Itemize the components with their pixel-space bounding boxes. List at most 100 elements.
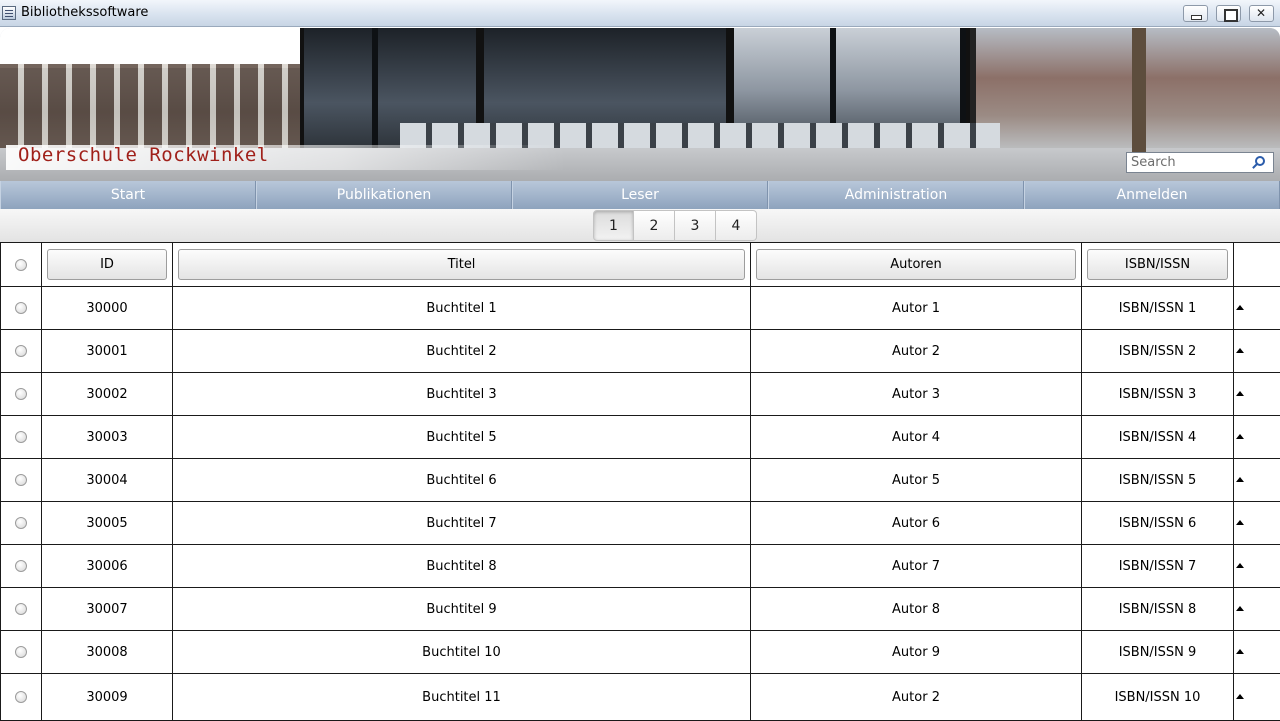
cell-titel: Buchtitel 7	[173, 502, 751, 545]
page-button-2[interactable]: 2	[634, 210, 675, 241]
pagination: 1 2 3 4	[593, 210, 757, 241]
row-select-radio[interactable]	[15, 691, 27, 703]
page-button-4[interactable]: 4	[716, 210, 757, 241]
cell-autoren: Autor 5	[751, 459, 1082, 502]
maximize-button[interactable]	[1216, 5, 1241, 22]
cell-id: 30009	[42, 674, 173, 721]
cell-id: 30000	[42, 287, 173, 330]
column-header-id[interactable]: ID	[47, 249, 167, 280]
cell-isbn: ISBN/ISSN 1	[1082, 287, 1234, 330]
row-select-radio[interactable]	[15, 517, 27, 529]
cell-isbn: ISBN/ISSN 10	[1082, 674, 1234, 721]
cell-titel: Buchtitel 9	[173, 588, 751, 631]
nav-anmelden[interactable]: Anmelden	[1024, 181, 1280, 209]
cell-autoren: Autor 7	[751, 545, 1082, 588]
cell-id: 30006	[42, 545, 173, 588]
cell-autoren: Autor 8	[751, 588, 1082, 631]
row-select-radio[interactable]	[15, 474, 27, 486]
caret-up-icon[interactable]	[1236, 305, 1244, 310]
cell-titel: Buchtitel 8	[173, 545, 751, 588]
caret-up-icon[interactable]	[1236, 563, 1244, 568]
close-button[interactable]	[1249, 5, 1274, 22]
table-row[interactable]: 30006 Buchtitel 8 Autor 7 ISBN/ISSN 7	[1, 545, 1280, 588]
cell-titel: Buchtitel 3	[173, 373, 751, 416]
caret-up-icon[interactable]	[1236, 434, 1244, 439]
column-header-titel[interactable]: Titel	[178, 249, 745, 280]
cell-id: 30004	[42, 459, 173, 502]
cell-autoren: Autor 9	[751, 631, 1082, 674]
app-icon	[2, 6, 16, 20]
cell-id: 30002	[42, 373, 173, 416]
publications-table: ID Titel Autoren ISBN/ISSN 30000 Buchtit…	[0, 242, 1280, 721]
cell-id: 30005	[42, 502, 173, 545]
row-select-radio[interactable]	[15, 388, 27, 400]
row-select-radio[interactable]	[15, 345, 27, 357]
cell-id: 30007	[42, 588, 173, 631]
cell-isbn: ISBN/ISSN 2	[1082, 330, 1234, 373]
table-row[interactable]: 30004 Buchtitel 6 Autor 5 ISBN/ISSN 5	[1, 459, 1280, 502]
row-select-radio[interactable]	[15, 603, 27, 615]
row-select-radio[interactable]	[15, 646, 27, 658]
cell-autoren: Autor 1	[751, 287, 1082, 330]
row-select-radio[interactable]	[15, 560, 27, 572]
cell-isbn: ISBN/ISSN 4	[1082, 416, 1234, 459]
cell-titel: Buchtitel 2	[173, 330, 751, 373]
table-row[interactable]: 30001 Buchtitel 2 Autor 2 ISBN/ISSN 2	[1, 330, 1280, 373]
minimize-button[interactable]	[1183, 5, 1208, 22]
cell-titel: Buchtitel 1	[173, 287, 751, 330]
cell-id: 30001	[42, 330, 173, 373]
main-nav: Start Publikationen Leser Administration…	[0, 181, 1280, 209]
caret-up-icon[interactable]	[1236, 649, 1244, 654]
cell-titel: Buchtitel 6	[173, 459, 751, 502]
table-row[interactable]: 30005 Buchtitel 7 Autor 6 ISBN/ISSN 6	[1, 502, 1280, 545]
table-row[interactable]: 30000 Buchtitel 1 Autor 1 ISBN/ISSN 1	[1, 287, 1280, 330]
caret-up-icon[interactable]	[1236, 606, 1244, 611]
table-row[interactable]: 30007 Buchtitel 9 Autor 8 ISBN/ISSN 8	[1, 588, 1280, 631]
caret-up-icon[interactable]	[1236, 348, 1244, 353]
column-header-autoren[interactable]: Autoren	[756, 249, 1076, 280]
cell-isbn: ISBN/ISSN 6	[1082, 502, 1234, 545]
cell-isbn: ISBN/ISSN 8	[1082, 588, 1234, 631]
caret-up-icon[interactable]	[1236, 520, 1244, 525]
nav-administration[interactable]: Administration	[768, 181, 1024, 209]
column-header-actions	[1234, 243, 1280, 287]
cell-autoren: Autor 2	[751, 330, 1082, 373]
cell-isbn: ISBN/ISSN 5	[1082, 459, 1234, 502]
header-banner: Oberschule Rockwinkel	[0, 28, 1280, 181]
table-row[interactable]: 30008 Buchtitel 10 Autor 9 ISBN/ISSN 9	[1, 631, 1280, 674]
column-header-isbn[interactable]: ISBN/ISSN	[1087, 249, 1228, 280]
row-select-radio[interactable]	[15, 431, 27, 443]
page-button-1[interactable]: 1	[593, 210, 634, 241]
cell-id: 30003	[42, 416, 173, 459]
school-name: Oberschule Rockwinkel	[18, 144, 269, 166]
cell-autoren: Autor 4	[751, 416, 1082, 459]
school-name-label: Oberschule Rockwinkel	[6, 145, 566, 170]
search-box[interactable]	[1126, 152, 1274, 173]
caret-up-icon[interactable]	[1236, 694, 1244, 699]
table-row[interactable]: 30002 Buchtitel 3 Autor 3 ISBN/ISSN 3	[1, 373, 1280, 416]
cell-isbn: ISBN/ISSN 9	[1082, 631, 1234, 674]
nav-start[interactable]: Start	[0, 181, 256, 209]
page-button-3[interactable]: 3	[675, 210, 716, 241]
search-icon[interactable]	[1255, 156, 1265, 166]
table-header-row: ID Titel Autoren ISBN/ISSN	[1, 243, 1280, 287]
cell-autoren: Autor 6	[751, 502, 1082, 545]
row-select-radio[interactable]	[15, 302, 27, 314]
cell-id: 30008	[42, 631, 173, 674]
cell-titel: Buchtitel 5	[173, 416, 751, 459]
caret-up-icon[interactable]	[1236, 477, 1244, 482]
cell-autoren: Autor 2	[751, 674, 1082, 721]
nav-leser[interactable]: Leser	[512, 181, 768, 209]
window-title: Bibliothekssoftware	[21, 5, 148, 20]
search-input[interactable]	[1131, 154, 1249, 171]
caret-up-icon[interactable]	[1236, 391, 1244, 396]
table-row[interactable]: 30009 Buchtitel 11 Autor 2 ISBN/ISSN 10	[1, 674, 1280, 721]
select-all-radio[interactable]	[15, 259, 27, 271]
window-titlebar: Bibliothekssoftware	[0, 0, 1280, 27]
nav-publikationen[interactable]: Publikationen	[256, 181, 512, 209]
cell-titel: Buchtitel 11	[173, 674, 751, 721]
table-row[interactable]: 30003 Buchtitel 5 Autor 4 ISBN/ISSN 4	[1, 416, 1280, 459]
cell-titel: Buchtitel 10	[173, 631, 751, 674]
cell-isbn: ISBN/ISSN 3	[1082, 373, 1234, 416]
cell-autoren: Autor 3	[751, 373, 1082, 416]
